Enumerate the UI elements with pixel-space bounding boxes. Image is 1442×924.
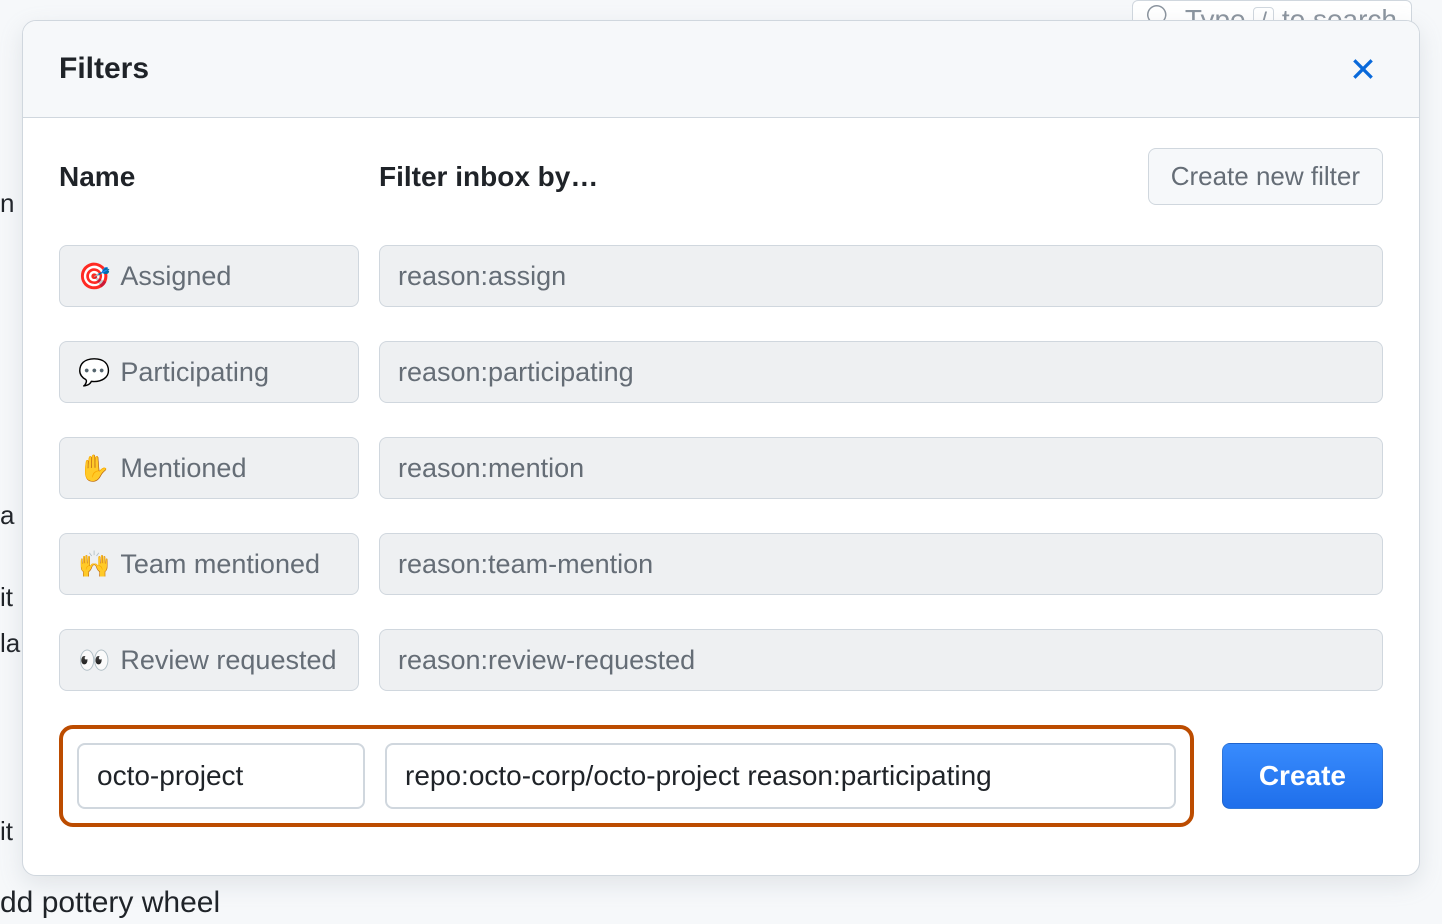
new-filter-name-input[interactable] xyxy=(77,743,365,809)
create-button[interactable]: Create xyxy=(1222,743,1383,809)
filter-query-field[interactable]: reason:mention xyxy=(379,437,1383,499)
filter-query-field[interactable]: reason:assign xyxy=(379,245,1383,307)
dialog-title: Filters xyxy=(59,52,149,86)
filter-query-text: reason:team-mention xyxy=(398,549,653,580)
column-query-header: Filter inbox by… xyxy=(379,161,1128,193)
filter-name-text: Mentioned xyxy=(120,453,246,484)
hand-icon: ✋ xyxy=(78,455,110,481)
filter-query-field[interactable]: reason:review-requested xyxy=(379,629,1383,691)
filter-row: 🎯 Assigned reason:assign xyxy=(59,245,1383,307)
create-new-filter-button[interactable]: Create new filter xyxy=(1148,148,1383,205)
filter-query-text: reason:review-requested xyxy=(398,645,695,676)
target-icon: 🎯 xyxy=(78,263,110,289)
filter-name-field[interactable]: 🙌 Team mentioned xyxy=(59,533,359,595)
dialog-header: Filters xyxy=(23,21,1419,118)
bg-text-fragment: la xyxy=(0,628,20,659)
filter-name-text: Participating xyxy=(120,357,269,388)
raised-hands-icon: 🙌 xyxy=(78,551,110,577)
filter-name-text: Team mentioned xyxy=(120,549,320,580)
speech-icon: 💬 xyxy=(78,359,110,385)
filter-name-text: Review requested xyxy=(120,645,336,676)
bg-text-fragment: a xyxy=(0,500,14,531)
eyes-icon: 👀 xyxy=(78,647,110,673)
filter-row: 👀 Review requested reason:review-request… xyxy=(59,629,1383,691)
filter-name-field[interactable]: ✋ Mentioned xyxy=(59,437,359,499)
filter-name-text: Assigned xyxy=(120,261,231,292)
bg-text-fragment: n xyxy=(0,188,14,219)
close-icon xyxy=(1350,56,1376,82)
filter-row: 🙌 Team mentioned reason:team-mention xyxy=(59,533,1383,595)
bg-text-fragment: it xyxy=(0,582,13,613)
column-name-header: Name xyxy=(59,161,359,193)
filter-query-field[interactable]: reason:team-mention xyxy=(379,533,1383,595)
filter-row: 💬 Participating reason:participating xyxy=(59,341,1383,403)
dialog-body: Name Filter inbox by… Create new filter … xyxy=(23,118,1419,875)
new-filter-row: Create xyxy=(59,725,1383,827)
filter-query-field[interactable]: reason:participating xyxy=(379,341,1383,403)
filter-row: ✋ Mentioned reason:mention xyxy=(59,437,1383,499)
filter-name-field[interactable]: 🎯 Assigned xyxy=(59,245,359,307)
new-filter-highlight xyxy=(59,725,1194,827)
filter-query-text: reason:participating xyxy=(398,357,634,388)
filter-name-field[interactable]: 👀 Review requested xyxy=(59,629,359,691)
columns-header: Name Filter inbox by… Create new filter xyxy=(59,148,1383,205)
bg-text-fragment: it xyxy=(0,816,13,847)
filters-dialog: Filters Name Filter inbox by… Create new… xyxy=(22,20,1420,876)
filter-query-text: reason:mention xyxy=(398,453,584,484)
bg-text-fragment: dd pottery wheel xyxy=(0,886,220,920)
new-filter-query-input[interactable] xyxy=(385,743,1176,809)
filter-query-text: reason:assign xyxy=(398,261,566,292)
close-button[interactable] xyxy=(1343,49,1383,89)
filter-name-field[interactable]: 💬 Participating xyxy=(59,341,359,403)
